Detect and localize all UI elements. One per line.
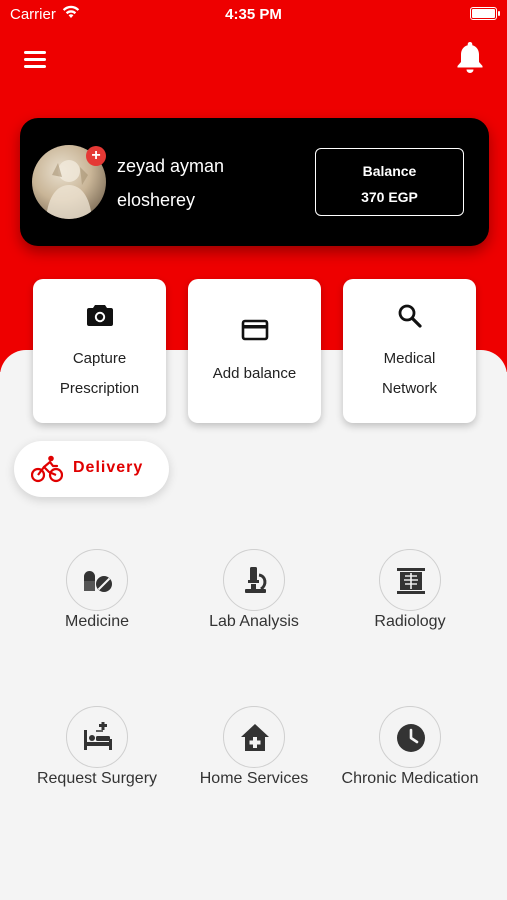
delivery-label: Delivery — [73, 459, 144, 476]
balance-box[interactable]: Balance 370 EGP — [315, 148, 464, 216]
capture-label-line1: Capture — [72, 350, 127, 367]
bicycle-rider-icon — [30, 455, 64, 488]
add-balance-label: Add balance — [212, 365, 297, 382]
medicine-icon-circle — [66, 549, 128, 611]
xray-icon — [397, 568, 425, 594]
camera-icon — [33, 303, 166, 331]
chronic-medication-label: Chronic Medication — [341, 770, 479, 787]
radiology-icon-circle — [379, 549, 441, 611]
add-balance-button[interactable]: Add balance — [188, 279, 321, 423]
home-plus-icon — [241, 724, 269, 751]
search-icon — [343, 303, 476, 331]
home-services-icon-circle — [223, 706, 285, 768]
status-bar: Carrier 4:35 PM — [0, 0, 507, 30]
bell-icon[interactable] — [455, 40, 485, 74]
hospital-bed-icon — [84, 722, 112, 750]
balance-value: 370 EGP — [361, 189, 418, 205]
capture-label-line2: Prescription — [59, 380, 140, 397]
capture-prescription-button[interactable]: Capture Prescription — [33, 279, 166, 423]
medical-network-label-line2: Network — [381, 380, 437, 397]
delivery-button[interactable]: Delivery — [14, 441, 169, 497]
profile-card: + zeyad ayman elosherey Balance 370 EGP — [20, 118, 489, 246]
credit-card-icon — [188, 319, 321, 347]
user-handle: elosherey — [117, 190, 196, 210]
lab-analysis-label: Lab Analysis — [209, 613, 299, 630]
medicine-label: Medicine — [64, 613, 130, 630]
clock-icon — [397, 724, 425, 752]
clock-time: 4:35 PM — [225, 6, 282, 23]
lab-analysis-icon-circle — [223, 549, 285, 611]
pills-icon — [84, 571, 112, 592]
microscope-icon — [245, 567, 267, 593]
chronic-medication-icon-circle — [379, 706, 441, 768]
balance-label: Balance — [362, 163, 417, 179]
hamburger-menu-icon[interactable] — [22, 48, 48, 70]
request-surgery-icon-circle — [66, 706, 128, 768]
user-name: zeyad ayman — [117, 156, 225, 176]
add-photo-button[interactable]: + — [86, 146, 106, 166]
medical-network-button[interactable]: Medical Network — [343, 279, 476, 423]
radiology-label: Radiology — [374, 613, 446, 630]
battery-icon — [470, 7, 500, 20]
home-services-label: Home Services — [199, 770, 309, 787]
medical-network-label-line1: Medical — [383, 350, 436, 367]
request-surgery-label: Request Surgery — [36, 770, 158, 787]
